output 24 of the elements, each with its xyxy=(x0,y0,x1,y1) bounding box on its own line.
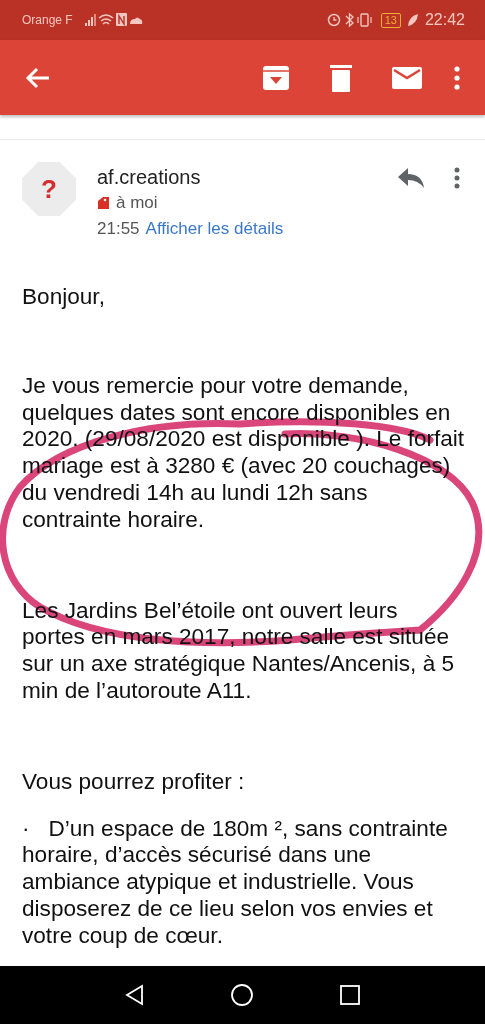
mail-icon[interactable] xyxy=(392,66,422,89)
recents-icon[interactable] xyxy=(338,984,361,1006)
bullet-item: · D’un espace de 180m ², sans contrainte horaire, d’accès sécurisé dans une ambiance atypique et industrielle. Vous disposerez de ce lieu selon vos envies et votre coup de cœur. xyxy=(22,815,449,950)
avatar: ? xyxy=(22,162,76,216)
sender-name: af.creations xyxy=(97,165,202,190)
back-icon[interactable] xyxy=(25,65,51,90)
carrier-name: Orange F xyxy=(22,13,73,27)
details-link[interactable]: Afficher les détails xyxy=(145,216,284,242)
more-icon[interactable] xyxy=(454,167,460,189)
label-icon xyxy=(97,196,110,210)
recipient: à moi xyxy=(116,192,158,214)
home-icon[interactable] xyxy=(230,983,255,1007)
battery-indicator: 13 xyxy=(380,12,401,28)
more-icon[interactable] xyxy=(454,65,460,90)
clock: 22:42 xyxy=(424,11,465,29)
delete-icon[interactable] xyxy=(330,63,352,92)
message-time: 21:55 xyxy=(97,218,140,240)
message-paragraph: Bonjour, xyxy=(22,284,106,311)
leaf-icon xyxy=(406,13,419,27)
reply-icon[interactable] xyxy=(398,168,424,188)
message-paragraph: Vous pourrez profiter : xyxy=(22,768,246,796)
signal-wifi-nfc-icon xyxy=(84,12,143,28)
alarm-bluetooth-vibrate-icon xyxy=(326,12,375,28)
archive-icon[interactable] xyxy=(262,64,290,91)
